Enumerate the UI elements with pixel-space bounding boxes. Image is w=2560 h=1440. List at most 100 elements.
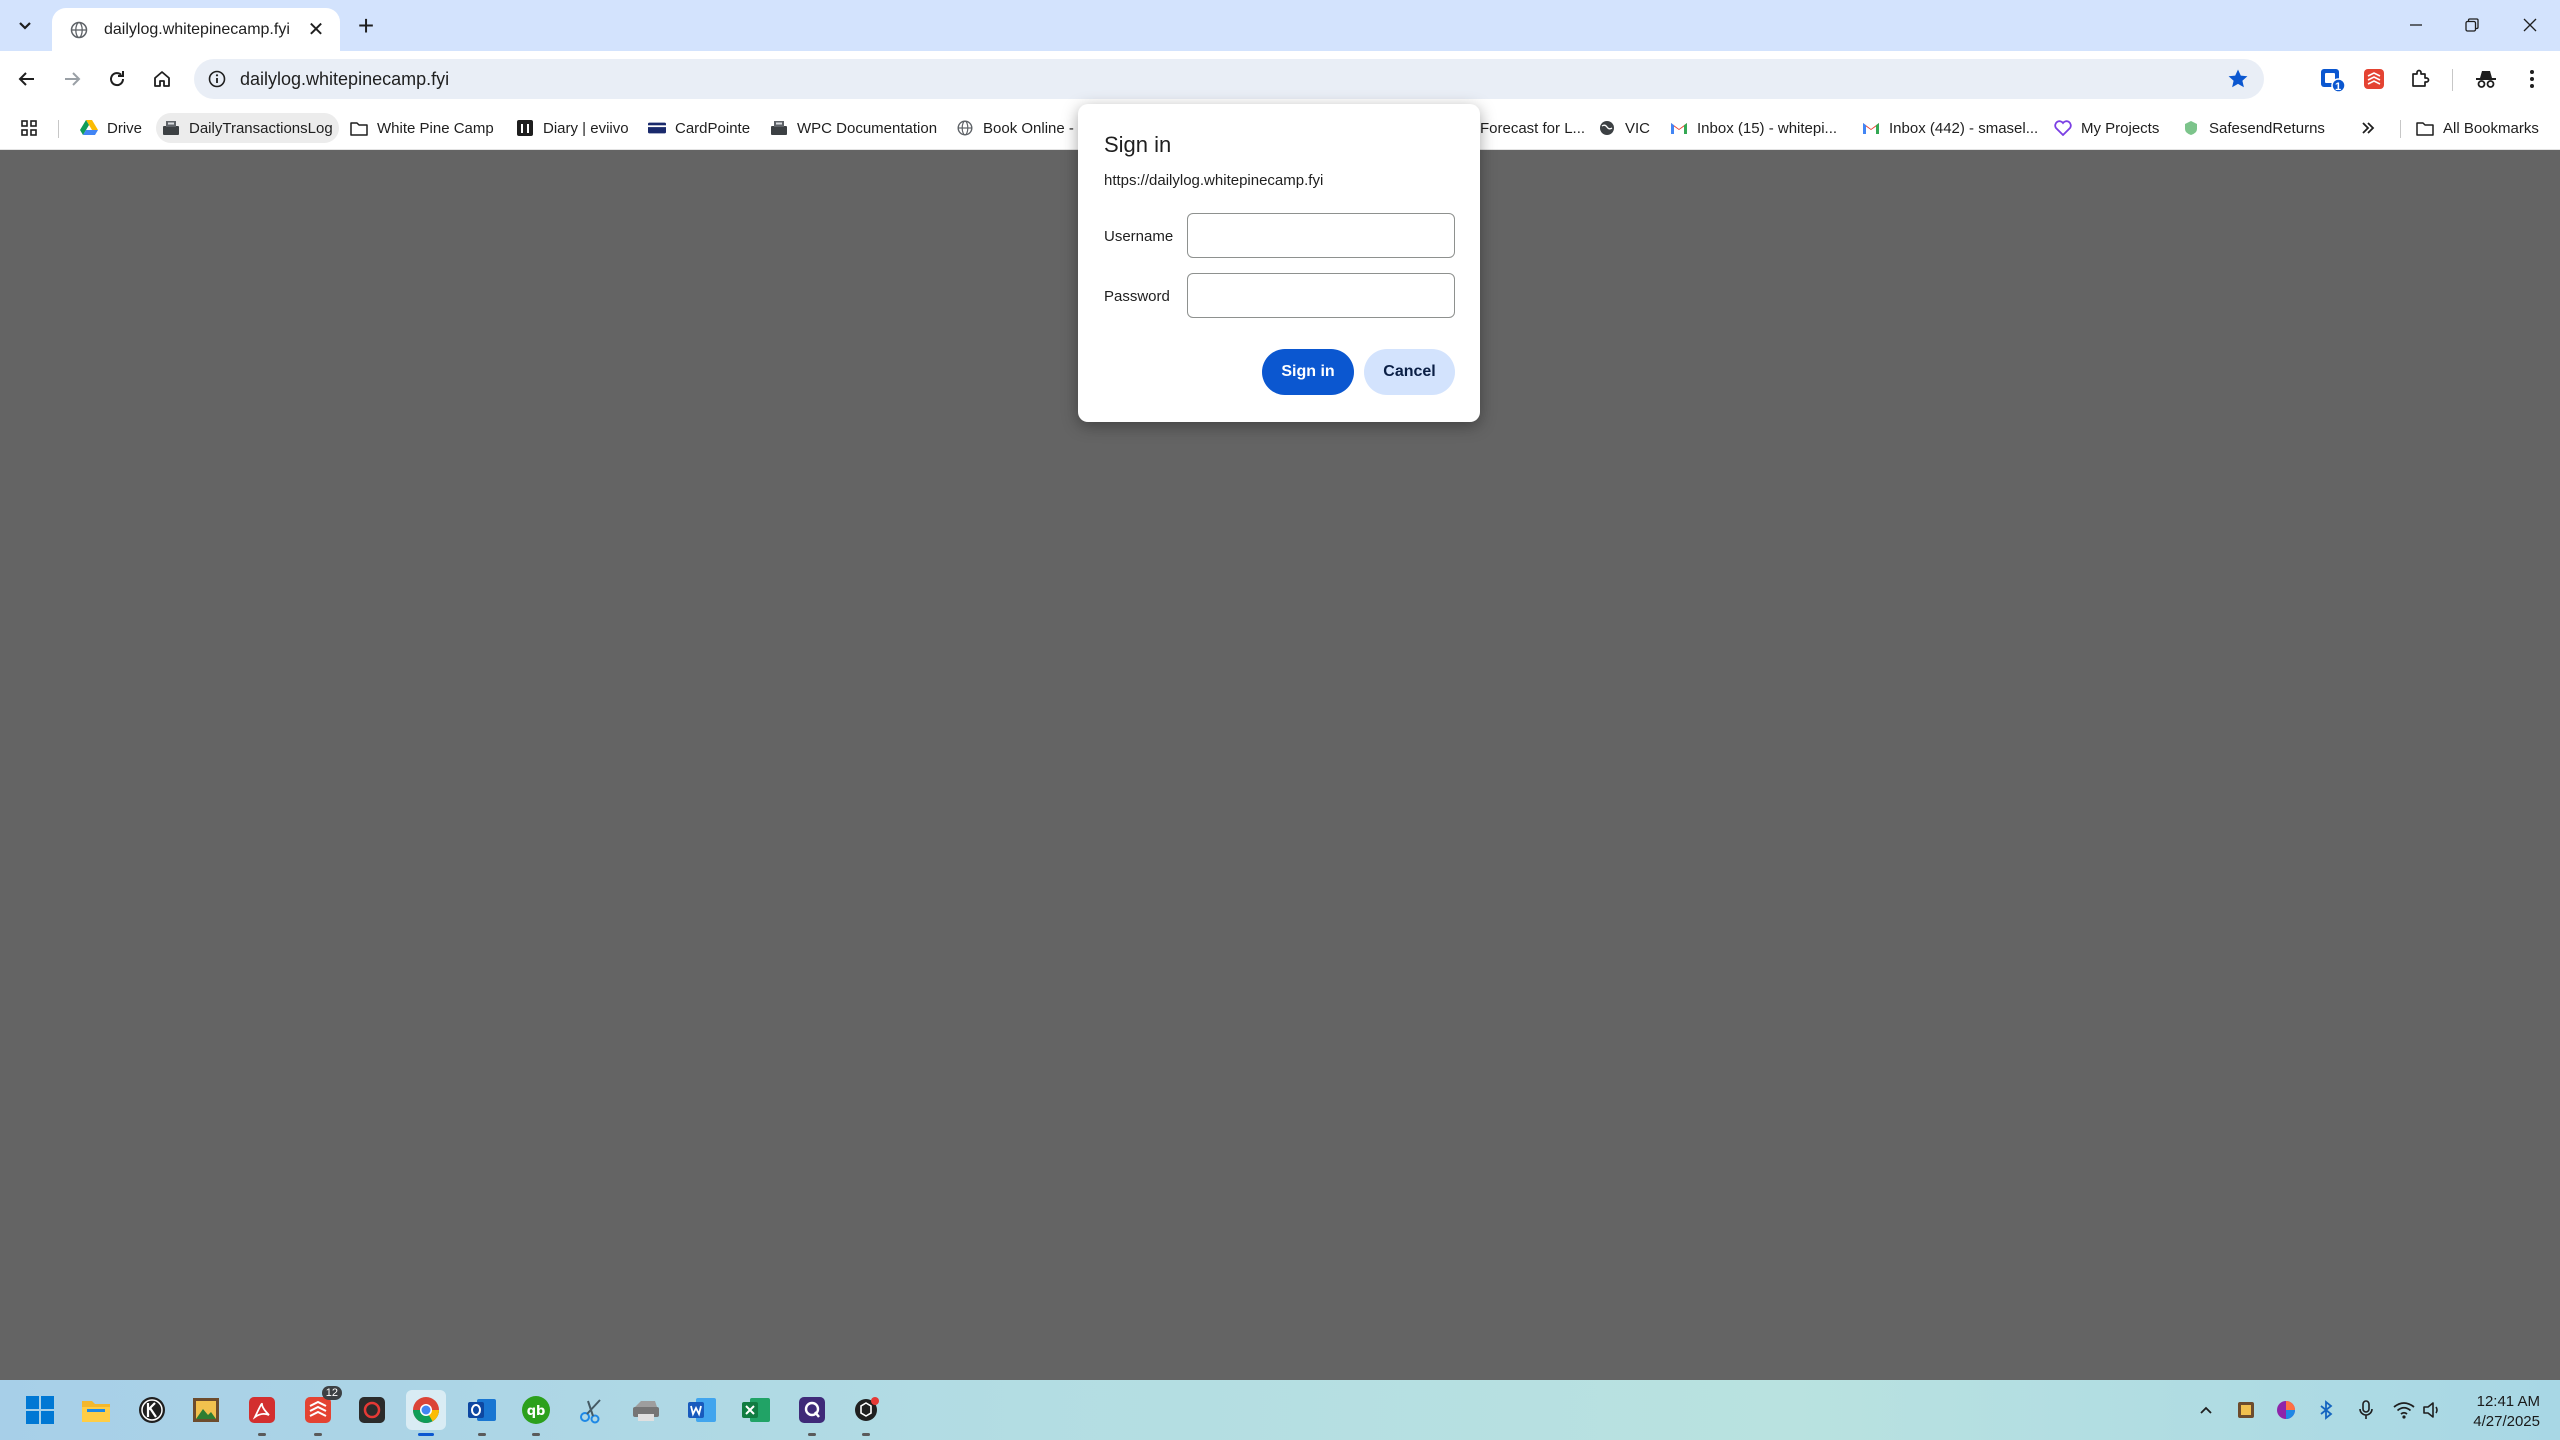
acrobat-icon bbox=[249, 1397, 275, 1423]
bookmark-vic[interactable]: VIC bbox=[1592, 113, 1656, 143]
network-button[interactable] bbox=[2392, 1398, 2416, 1422]
reload-button[interactable] bbox=[100, 62, 134, 96]
running-indicator bbox=[314, 1433, 322, 1436]
chrome-icon bbox=[412, 1397, 440, 1424]
dialog-origin: https://dailylog.whitepinecamp.fyi bbox=[1104, 172, 1324, 189]
forward-button[interactable] bbox=[55, 62, 89, 96]
bookmark-inbox-whitepine[interactable]: Inbox (15) - whitepi... bbox=[1664, 113, 1843, 143]
folder-icon bbox=[350, 119, 368, 137]
site-info-icon[interactable] bbox=[206, 68, 228, 90]
minimize-icon bbox=[2410, 24, 2422, 26]
extension-app-icon bbox=[2321, 69, 2346, 93]
todoist-icon bbox=[2364, 69, 2384, 89]
password-field[interactable] bbox=[1187, 273, 1455, 318]
home-button[interactable] bbox=[145, 62, 179, 96]
new-tab-button[interactable]: + bbox=[350, 10, 382, 42]
puzzle-icon bbox=[2412, 69, 2430, 87]
apps-button[interactable] bbox=[14, 113, 44, 143]
tray-app-2[interactable] bbox=[2274, 1398, 2298, 1422]
bookmarks-divider bbox=[58, 120, 59, 138]
sign-in-button[interactable]: Sign in bbox=[1262, 349, 1354, 395]
taskbar-file-explorer[interactable] bbox=[76, 1390, 116, 1430]
bookmark-safesendreturns[interactable]: SafesendReturns bbox=[2176, 113, 2331, 143]
bookmark-book-online[interactable]: Book Online - bbox=[950, 113, 1080, 143]
bookmark-drive[interactable]: Drive bbox=[74, 113, 148, 143]
taskbar-chatgpt[interactable] bbox=[846, 1390, 886, 1436]
running-indicator bbox=[258, 1433, 266, 1436]
minimize-button[interactable] bbox=[2388, 0, 2444, 50]
bookmark-label: Diary | eviivo bbox=[543, 119, 629, 137]
restore-button[interactable] bbox=[2444, 0, 2500, 50]
tab-search-button[interactable] bbox=[8, 8, 42, 42]
bookmark-white-pine-camp[interactable]: White Pine Camp bbox=[344, 113, 500, 143]
bookmark-label: SafesendReturns bbox=[2209, 119, 2325, 137]
taskbar-quickbooks[interactable]: qb bbox=[516, 1390, 556, 1436]
extension-badge-button[interactable]: 1 bbox=[2316, 63, 2348, 95]
microphone-button[interactable] bbox=[2354, 1398, 2378, 1422]
close-window-button[interactable] bbox=[2502, 0, 2558, 50]
taskbar-todoist[interactable]: 12 bbox=[298, 1386, 342, 1436]
chevron-double-right-icon bbox=[2362, 122, 2375, 134]
running-indicator bbox=[418, 1433, 434, 1436]
bookmark-forecast[interactable]: Forecast for L... bbox=[1474, 113, 1591, 143]
taskbar-printer[interactable] bbox=[626, 1390, 666, 1430]
browser-tab[interactable]: dailylog.whitepinecamp.fyi ✕ bbox=[52, 8, 340, 51]
username-field[interactable] bbox=[1187, 213, 1455, 258]
tab-strip: dailylog.whitepinecamp.fyi ✕ + bbox=[0, 0, 2560, 51]
close-tab-icon[interactable]: ✕ bbox=[304, 18, 328, 42]
bluetooth-icon bbox=[2320, 1400, 2333, 1420]
bookmark-star-icon[interactable] bbox=[2226, 67, 2250, 91]
bookmark-wpc-documentation[interactable]: WPC Documentation bbox=[764, 113, 943, 143]
start-button[interactable] bbox=[20, 1390, 60, 1430]
windows-taskbar: 12 qb 12:41 AM 4/27/2025 bbox=[0, 1380, 2560, 1440]
bookmark-dailytransactionslog[interactable]: DailyTransactionsLog bbox=[156, 113, 339, 143]
taskbar-chrome[interactable] bbox=[406, 1390, 446, 1436]
taskbar-dark-app[interactable] bbox=[352, 1390, 392, 1430]
taskbar-q-app[interactable] bbox=[792, 1390, 832, 1436]
back-button[interactable] bbox=[10, 62, 44, 96]
taskbar-clock[interactable]: 12:41 AM 4/27/2025 bbox=[2440, 1392, 2540, 1432]
more-bookmarks-button[interactable] bbox=[2354, 113, 2382, 143]
bluetooth-button[interactable] bbox=[2314, 1398, 2338, 1422]
browser-toolbar: dailylog.whitepinecamp.fyi 1 bbox=[0, 51, 2560, 106]
chevron-up-icon bbox=[2200, 1406, 2212, 1414]
tray-app-1[interactable] bbox=[2234, 1398, 2258, 1422]
globe-icon bbox=[68, 19, 90, 41]
bookmark-diary-eviivo[interactable]: Diary | eviivo bbox=[510, 113, 635, 143]
show-hidden-icons-button[interactable] bbox=[2194, 1398, 2218, 1422]
taskbar-snipping-tool[interactable] bbox=[572, 1390, 612, 1430]
toolbar-divider bbox=[2452, 69, 2453, 91]
url-text[interactable]: dailylog.whitepinecamp.fyi bbox=[240, 69, 449, 90]
q-app-icon bbox=[799, 1397, 825, 1423]
cancel-button[interactable]: Cancel bbox=[1364, 349, 1455, 395]
menu-button[interactable] bbox=[2516, 63, 2548, 95]
forward-arrow-icon bbox=[65, 72, 81, 86]
colorful-circle-icon bbox=[2277, 1401, 2295, 1419]
bookmark-label: White Pine Camp bbox=[377, 119, 494, 137]
folder-icon bbox=[2416, 119, 2434, 137]
reload-icon bbox=[110, 71, 125, 87]
todoist-extension-button[interactable] bbox=[2358, 63, 2390, 95]
taskbar-excel[interactable] bbox=[736, 1390, 776, 1430]
kebab-menu-icon bbox=[2530, 70, 2534, 88]
all-bookmarks-button[interactable]: All Bookmarks bbox=[2410, 113, 2545, 143]
taskbar-outlook[interactable] bbox=[462, 1390, 502, 1436]
globe-icon bbox=[1598, 119, 1616, 137]
tray-app-icon bbox=[2238, 1402, 2254, 1418]
bookmark-my-projects[interactable]: My Projects bbox=[2048, 113, 2165, 143]
bookmark-label: CardPointe bbox=[675, 119, 751, 137]
taskbar-word[interactable] bbox=[682, 1390, 722, 1430]
taskbar-acrobat[interactable] bbox=[242, 1390, 282, 1436]
bookmark-cardpointe[interactable]: CardPointe bbox=[642, 113, 756, 143]
bookmark-inbox-smasel[interactable]: Inbox (442) - smasel... bbox=[1856, 113, 2044, 143]
profile-button[interactable] bbox=[2470, 63, 2502, 95]
address-bar[interactable]: dailylog.whitepinecamp.fyi bbox=[194, 59, 2264, 99]
running-indicator bbox=[532, 1433, 540, 1436]
extensions-button[interactable] bbox=[2404, 63, 2436, 95]
bookmark-label: Forecast for L... bbox=[1480, 119, 1586, 137]
register-icon bbox=[162, 119, 180, 137]
bookmark-label: Book Online - bbox=[983, 119, 1074, 137]
taskbar-app-k[interactable] bbox=[132, 1390, 172, 1430]
taskbar-photos[interactable] bbox=[186, 1390, 226, 1430]
close-icon bbox=[2523, 18, 2537, 32]
